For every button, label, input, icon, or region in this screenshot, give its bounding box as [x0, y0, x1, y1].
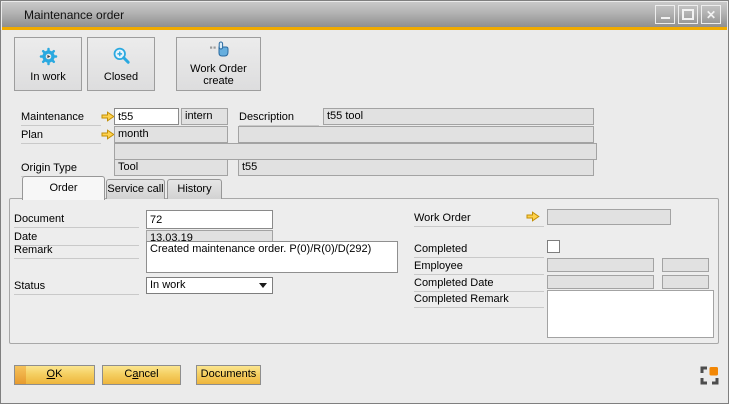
description-label: Description — [239, 111, 319, 126]
work-order-link-arrow[interactable] — [526, 211, 540, 222]
close-button[interactable]: ✕ — [701, 5, 721, 24]
accent-bar — [2, 27, 727, 30]
title-bar: Maintenance order — [2, 2, 727, 27]
minimize-icon — [661, 17, 670, 19]
plan-extra-field — [238, 126, 594, 143]
cancel-button[interactable]: Cancel — [102, 365, 181, 385]
tab-history[interactable]: History — [167, 179, 222, 199]
maximize-button[interactable] — [678, 5, 698, 24]
status-dropdown[interactable]: In work — [146, 277, 273, 294]
ok-button[interactable]: OK — [14, 365, 95, 385]
form-settings-icon[interactable] — [700, 366, 719, 388]
document-input[interactable] — [146, 210, 273, 229]
close-icon: ✕ — [706, 9, 716, 21]
description-field: t55 tool — [323, 108, 594, 125]
tab-service-call[interactable]: Service call — [106, 179, 165, 199]
window-title: Maintenance order — [24, 8, 124, 22]
employee-label: Employee — [414, 260, 544, 275]
maintenance-label: Maintenance — [21, 111, 101, 126]
status-label: Status — [14, 280, 139, 295]
work-order-create-label: Work Order create — [179, 63, 258, 87]
origin-type-field: Tool — [114, 159, 228, 176]
maximize-icon — [682, 9, 694, 20]
completed-date-label: Completed Date — [414, 277, 544, 292]
hand-click-icon — [208, 41, 230, 62]
completed-remark-textarea[interactable] — [547, 290, 714, 338]
tab-order[interactable]: Order — [22, 176, 105, 200]
completed-date-field — [547, 275, 654, 289]
work-order-label: Work Order — [414, 212, 544, 227]
window-controls: ✕ — [655, 5, 721, 24]
maintenance-link-arrow[interactable] — [101, 111, 115, 122]
employee-code-field — [662, 258, 709, 272]
completed-label: Completed — [414, 243, 544, 258]
completed-checkbox[interactable] — [547, 240, 560, 253]
completed-date-code-field — [662, 275, 709, 289]
completed-remark-label: Completed Remark — [414, 293, 544, 308]
documents-button[interactable]: Documents — [196, 365, 261, 385]
document-label: Document — [14, 213, 139, 228]
gear-icon — [38, 46, 59, 70]
plan-link-arrow[interactable] — [101, 129, 115, 140]
maintenance-input[interactable] — [114, 108, 179, 125]
origin-ref-field: t55 — [238, 159, 594, 176]
status-value: In work — [150, 279, 185, 291]
chevron-down-icon — [259, 283, 267, 288]
plan-field: month — [114, 126, 228, 143]
work-order-create-button[interactable]: Work Order create — [176, 37, 261, 91]
closed-button[interactable]: Closed — [87, 37, 155, 91]
employee-field — [547, 258, 654, 272]
work-order-field — [547, 209, 671, 225]
remark-textarea[interactable]: Created maintenance order. P(0)/R(0)/D(2… — [146, 241, 398, 273]
in-work-label: In work — [30, 71, 65, 83]
origin-type-label: Origin Type — [21, 162, 101, 177]
ok-button-focus-stripe — [15, 366, 26, 384]
minimize-button[interactable] — [655, 5, 675, 24]
plan-label: Plan — [21, 129, 101, 144]
header-extra-field — [114, 143, 597, 160]
maintenance-type-field: intern — [181, 108, 228, 125]
closed-label: Closed — [104, 71, 138, 83]
remark-label: Remark — [14, 244, 139, 259]
zoom-in-icon — [111, 46, 132, 70]
maintenance-order-window: Maintenance order ✕ In work — [0, 0, 729, 404]
in-work-button[interactable]: In work — [14, 37, 82, 91]
